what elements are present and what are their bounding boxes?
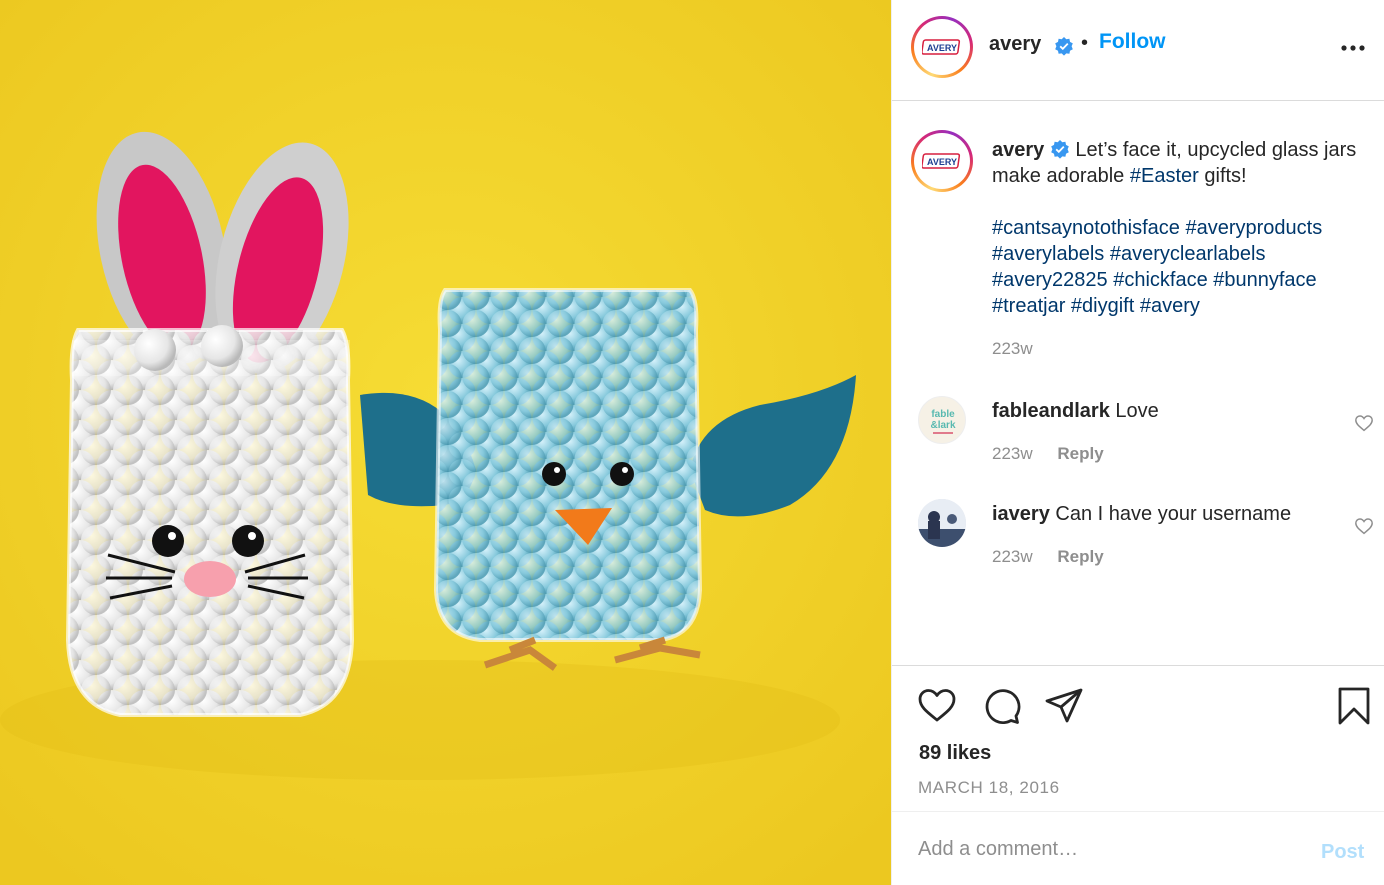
svg-text:AVERY: AVERY bbox=[927, 43, 957, 53]
likes-count[interactable]: 89 likes bbox=[919, 742, 991, 765]
post-header: AVERY avery • Follow bbox=[892, 0, 1384, 101]
avery-logo: AVERY bbox=[922, 39, 961, 55]
comment-time[interactable]: 223w bbox=[992, 444, 1033, 463]
caption-avatar[interactable]: AVERY bbox=[911, 130, 973, 192]
svg-text:AVERY: AVERY bbox=[927, 157, 957, 167]
commenter-avatar[interactable] bbox=[918, 499, 966, 547]
avatar[interactable]: AVERY bbox=[911, 16, 973, 78]
comment-text: iavery Can I have your username bbox=[992, 503, 1291, 526]
action-bar: 89 likes MARCH 18, 2016 bbox=[892, 665, 1384, 811]
caption-username[interactable]: avery bbox=[992, 139, 1044, 161]
save-icon[interactable] bbox=[1334, 686, 1374, 726]
verified-badge-icon bbox=[1055, 37, 1073, 56]
commenter-avatar[interactable]: fable &lark bbox=[918, 396, 966, 444]
reply-button[interactable]: Reply bbox=[1057, 547, 1103, 566]
caption-hashtags[interactable]: #cantsaynotothisface #averyproducts #ave… bbox=[992, 215, 1382, 319]
fableandlark-logo: fable &lark bbox=[930, 409, 956, 434]
caption-text: avery Let’s face it, upcycled glass jars… bbox=[992, 137, 1377, 189]
caption-timestamp[interactable]: 223w bbox=[992, 339, 1033, 359]
post-date[interactable]: MARCH 18, 2016 bbox=[918, 778, 1060, 798]
iavery-avatar-photo bbox=[918, 499, 966, 547]
like-icon[interactable] bbox=[917, 686, 957, 726]
post-image[interactable] bbox=[0, 0, 891, 885]
post-details-panel: AVERY avery • Follow AVERY avery Let’s f… bbox=[891, 0, 1384, 885]
bunny-jar bbox=[65, 325, 355, 717]
reply-button[interactable]: Reply bbox=[1057, 444, 1103, 463]
header-username[interactable]: avery bbox=[989, 33, 1041, 56]
chick-jar bbox=[433, 288, 703, 671]
comment-time[interactable]: 223w bbox=[992, 547, 1033, 566]
comment-item: iavery Can I have your username 223w Rep… bbox=[892, 499, 1384, 579]
comment-icon[interactable] bbox=[981, 686, 1021, 726]
post-comment-button[interactable]: Post bbox=[1321, 841, 1364, 864]
easter-jars-photo bbox=[0, 0, 891, 885]
svg-text:fable: fable bbox=[931, 409, 955, 420]
comment-body: Can I have your username bbox=[1055, 503, 1292, 525]
comment-body: Love bbox=[1115, 400, 1159, 422]
share-icon[interactable] bbox=[1044, 686, 1084, 726]
caption-tail: gifts! bbox=[1204, 165, 1247, 187]
more-options-icon[interactable] bbox=[1340, 38, 1366, 58]
svg-text:&lark: &lark bbox=[930, 420, 955, 431]
verified-badge-icon bbox=[1051, 140, 1069, 159]
comment-username[interactable]: fableandlark bbox=[992, 400, 1110, 422]
comment-item: fable &lark fableandlark Love 223w Reply bbox=[892, 396, 1384, 476]
caption-hashtag-link[interactable]: #Easter bbox=[1130, 165, 1199, 187]
comment-input[interactable] bbox=[918, 834, 1298, 864]
comment-like-icon[interactable] bbox=[1354, 414, 1374, 432]
separator-dot: • bbox=[1081, 32, 1089, 54]
comment-like-icon[interactable] bbox=[1354, 517, 1374, 535]
comment-username[interactable]: iavery bbox=[992, 503, 1050, 525]
follow-button[interactable]: Follow bbox=[1099, 30, 1166, 54]
comment-text: fableandlark Love bbox=[992, 400, 1159, 423]
avery-logo: AVERY bbox=[922, 153, 961, 169]
comment-meta: 223w Reply bbox=[992, 444, 1104, 464]
comment-meta: 223w Reply bbox=[992, 547, 1104, 567]
add-comment-bar: Post bbox=[892, 811, 1384, 885]
